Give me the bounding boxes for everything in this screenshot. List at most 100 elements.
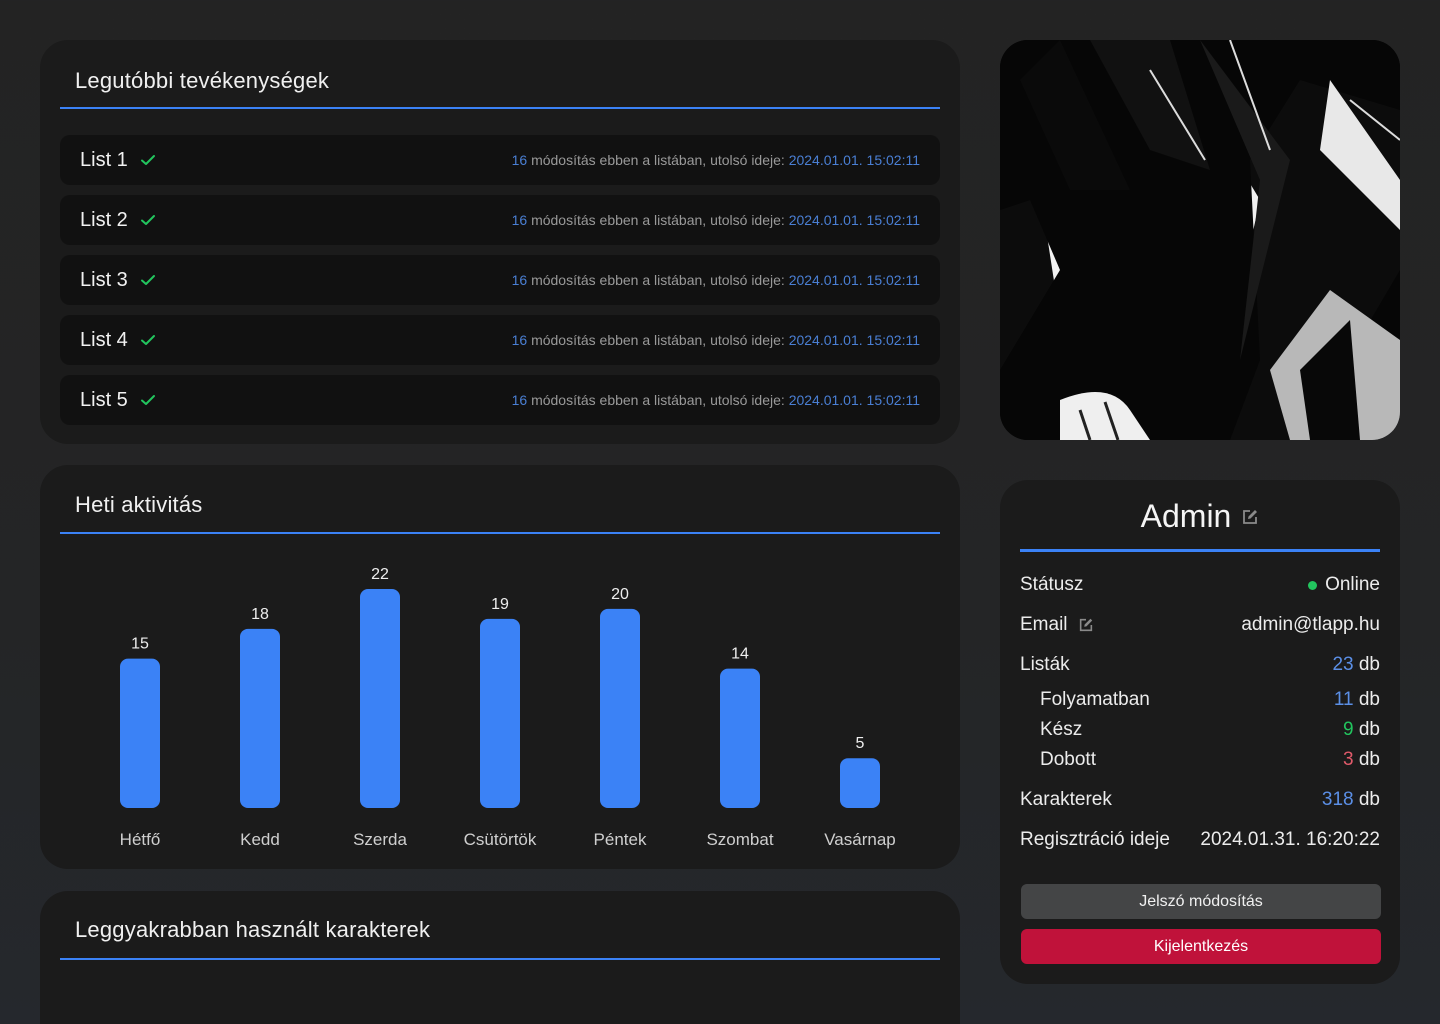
change-text: módosítás ebben a listában, utolsó ideje… — [531, 152, 785, 168]
tick-label: Péntek — [594, 830, 647, 849]
dropped-label: Dobott — [1040, 749, 1096, 770]
list-item[interactable]: List 1 16 módosítás ebben a listában, ut… — [60, 135, 940, 185]
change-count: 16 — [511, 332, 528, 348]
unit: db — [1358, 789, 1380, 810]
change-password-button[interactable]: Jelszó módosítás — [1021, 884, 1381, 919]
avatar-image — [1000, 40, 1400, 440]
change-count: 16 — [511, 272, 528, 288]
characters-count: 318 db — [1322, 789, 1380, 811]
data-label: 5 — [856, 735, 865, 752]
email-row: Email admin@tlapp.hu — [1020, 614, 1380, 636]
recent-activity-title: Legutóbbi tevékenységek — [75, 68, 330, 93]
check-icon — [140, 275, 155, 285]
tick-label: Vasárnap — [824, 830, 896, 849]
profile-header: Admin — [1000, 498, 1400, 535]
dropped-count: 3 db — [1343, 749, 1380, 771]
unit: db — [1358, 749, 1380, 770]
email-value: admin@tlapp.hu — [1241, 614, 1380, 635]
lists-row: Listák 23 db — [1020, 654, 1380, 676]
done-row: Kész 9 db — [1040, 719, 1380, 741]
data-label: 19 — [491, 596, 509, 613]
bar-Péntek — [600, 608, 640, 808]
lists-count: 23 db — [1332, 654, 1380, 676]
tick-label: Csütörtök — [464, 830, 537, 849]
change-text: módosítás ebben a listában, utolsó ideje… — [531, 332, 785, 348]
unit: db — [1358, 689, 1380, 710]
tick-label: Szombat — [706, 830, 773, 849]
bar-Szombat — [720, 668, 760, 808]
profile-card: Admin Státusz Online Email admin@tlapp.h… — [1000, 480, 1400, 984]
bar-Csütörtök — [480, 618, 520, 808]
check-icon — [140, 335, 155, 345]
email-label: Email — [1020, 614, 1068, 635]
change-text: módosítás ebben a listában, utolsó ideje… — [531, 392, 785, 408]
check-icon — [140, 215, 155, 225]
bar-Hétfő — [120, 658, 160, 808]
status-value: Online — [1325, 574, 1380, 595]
list-meta: 16 módosítás ebben a listában, utolsó id… — [512, 392, 920, 408]
last-change-time: 2024.01.01. 15:02:11 — [788, 392, 920, 408]
characters-value: 318 — [1321, 789, 1354, 810]
data-label: 22 — [371, 566, 389, 583]
dropped-value: 3 — [1343, 749, 1354, 770]
list-name: List 5 — [80, 388, 128, 411]
characters-label: Karakterek — [1020, 789, 1112, 810]
in-progress-label: Folyamatban — [1040, 689, 1150, 710]
most-used-characters-title: Leggyakrabban használt karakterek — [75, 917, 431, 942]
done-label: Kész — [1040, 719, 1083, 740]
most-used-characters-card: Leggyakrabban használt karakterek — [40, 891, 960, 1024]
list-item[interactable]: List 2 16 módosítás ebben a listában, ut… — [60, 195, 940, 245]
status-label: Státusz — [1020, 574, 1084, 595]
change-count: 16 — [511, 152, 528, 168]
data-label: 18 — [251, 606, 269, 623]
list-meta: 16 módosítás ebben a listában, utolsó id… — [512, 272, 920, 288]
change-text: módosítás ebben a listában, utolsó ideje… — [531, 212, 785, 228]
list-name: List 3 — [80, 268, 128, 291]
title-divider — [60, 107, 940, 109]
registration-label: Regisztráció ideje — [1020, 829, 1170, 850]
edit-email-icon[interactable] — [1078, 617, 1094, 633]
data-label: 15 — [131, 636, 149, 653]
lists-label: Listák — [1020, 654, 1070, 675]
lists-value: 23 — [1332, 654, 1354, 675]
check-icon — [140, 155, 155, 165]
weekly-activity-card: Heti aktivitás 15 Hétfő 18 Kedd 22 Szerda 19 Cs… — [40, 465, 960, 869]
in-progress-value: 11 — [1333, 689, 1354, 710]
done-count: 9 db — [1343, 719, 1380, 741]
last-change-time: 2024.01.01. 15:02:11 — [788, 332, 920, 348]
change-count: 16 — [511, 212, 528, 228]
list-meta: 16 módosítás ebben a listában, utolsó id… — [512, 212, 920, 228]
bar-Vasárnap — [840, 758, 880, 808]
data-label: 20 — [611, 586, 629, 603]
email-label-wrap: Email — [1020, 614, 1094, 636]
bar-Kedd — [240, 628, 280, 808]
title-divider — [1020, 549, 1380, 552]
status-row: Státusz Online — [1020, 574, 1380, 596]
bar-Szerda — [360, 589, 400, 808]
check-icon — [140, 395, 155, 405]
list-name: List 1 — [80, 148, 128, 171]
data-label: 14 — [731, 646, 749, 663]
edit-icon[interactable] — [1241, 508, 1259, 526]
list-item[interactable]: List 5 16 módosítás ebben a listában, ut… — [60, 375, 940, 425]
tick-label: Hétfő — [120, 830, 161, 849]
last-change-time: 2024.01.01. 15:02:11 — [788, 272, 920, 288]
tick-label: Kedd — [240, 830, 280, 849]
unit: db — [1358, 719, 1380, 740]
title-divider — [60, 958, 940, 960]
recent-activity-list: List 1 16 módosítás ebben a listában, ut… — [60, 135, 940, 435]
list-name: List 2 — [80, 208, 128, 231]
change-count: 16 — [511, 392, 528, 408]
characters-row: Karakterek 318 db — [1020, 789, 1380, 811]
tick-label: Szerda — [353, 830, 407, 849]
list-item[interactable]: List 4 16 módosítás ebben a listában, ut… — [60, 315, 940, 365]
logout-button[interactable]: Kijelentkezés — [1021, 929, 1381, 964]
last-change-time: 2024.01.01. 15:02:11 — [788, 212, 920, 228]
avatar[interactable] — [1000, 40, 1400, 440]
weekly-activity-chart: 15 Hétfő 18 Kedd 22 Szerda 19 Csütörtök 20 Péntek… — [120, 566, 896, 849]
list-item[interactable]: List 3 16 módosítás ebben a listában, ut… — [60, 255, 940, 305]
done-value: 9 — [1343, 719, 1354, 740]
recent-activity-card: Legutóbbi tevékenységek List 1 16 módosí… — [40, 40, 960, 444]
dropped-row: Dobott 3 db — [1040, 749, 1380, 771]
in-progress-row: Folyamatban 11 db — [1040, 689, 1380, 711]
